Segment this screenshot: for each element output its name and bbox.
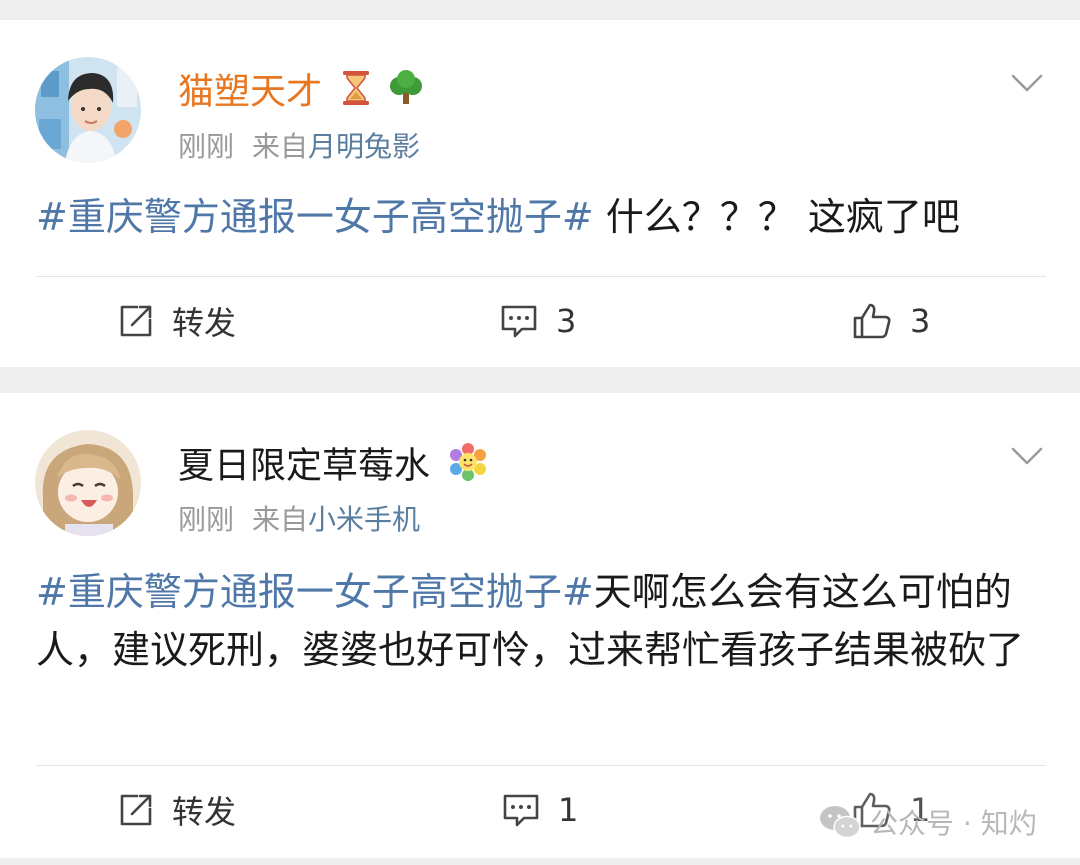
hashtag-link[interactable]: #重庆警方通报一女子高空抛子# xyxy=(36,570,594,614)
like-count: 3 xyxy=(910,302,931,340)
tree-icon xyxy=(387,70,425,117)
flower-icon xyxy=(449,443,487,492)
watermark-text: 公众号 · 知灼 xyxy=(870,807,1037,840)
username-text[interactable]: 猫塑天才 xyxy=(178,72,322,113)
user-avatar[interactable] xyxy=(35,57,141,163)
comment-count: 1 xyxy=(558,791,579,829)
watermark: 公众号 · 知灼 xyxy=(818,800,1037,844)
username[interactable]: 夏日限定草莓水 xyxy=(178,443,487,492)
comment-icon xyxy=(501,305,537,338)
post-card: 夏日限定草莓水 刚刚 来自小米手机 #重庆警方通报一女子高空抛子#天啊怎么会有这么… xyxy=(0,393,1080,858)
divider xyxy=(36,276,1046,277)
username-text[interactable]: 夏日限定草莓水 xyxy=(178,446,430,487)
username[interactable]: 猫塑天才 xyxy=(178,70,425,117)
thumbs-up-icon xyxy=(853,303,891,339)
repost-label: 转发 xyxy=(172,304,237,342)
repost-icon xyxy=(120,794,152,826)
post-time: 刚刚 xyxy=(178,130,235,163)
source-prefix: 来自 xyxy=(252,503,309,536)
chevron-down-icon[interactable] xyxy=(1010,66,1044,100)
post-time: 刚刚 xyxy=(178,503,235,536)
post-body: 什么？？？ 这疯了吧 xyxy=(593,195,960,239)
hashtag-link[interactable]: #重庆警方通报一女子高空抛子# xyxy=(36,195,594,239)
comment-count: 3 xyxy=(556,302,577,340)
hourglass-icon xyxy=(341,70,371,117)
divider xyxy=(36,765,1046,766)
repost-button[interactable]: 转发 xyxy=(118,788,236,832)
post-text: #重庆警方通报一女子高空抛子# 什么？？？ 这疯了吧 xyxy=(36,188,1046,246)
post-meta: 刚刚 来自月明兔影 xyxy=(178,130,420,164)
post-card: 猫塑天才 刚刚来自月明兔影 #重庆警方通报一女子高空抛子# 什么？？？ 这疯了 xyxy=(0,20,1080,367)
repost-label: 转发 xyxy=(172,793,237,831)
user-avatar[interactable] xyxy=(35,430,141,536)
comment-icon xyxy=(503,794,539,827)
repost-button[interactable]: 转发 xyxy=(118,299,236,343)
post-text: #重庆警方通报一女子高空抛子#天啊怎么会有这么可怕的人，建议死刑，婆婆也好可怜，… xyxy=(36,563,1046,679)
post-source-link[interactable]: 小米手机 xyxy=(308,503,420,536)
repost-icon xyxy=(120,305,152,337)
chevron-down-icon[interactable] xyxy=(1010,439,1044,473)
source-prefix: 来自 xyxy=(252,130,309,163)
wechat-icon xyxy=(820,806,861,839)
post-meta: 刚刚 来自小米手机 xyxy=(178,503,420,537)
comment-button[interactable]: 1 xyxy=(502,788,578,832)
post-source-link[interactable]: 月明兔影 xyxy=(308,130,420,163)
comment-button[interactable]: 3 xyxy=(500,299,576,343)
like-button[interactable]: 3 xyxy=(852,299,930,343)
